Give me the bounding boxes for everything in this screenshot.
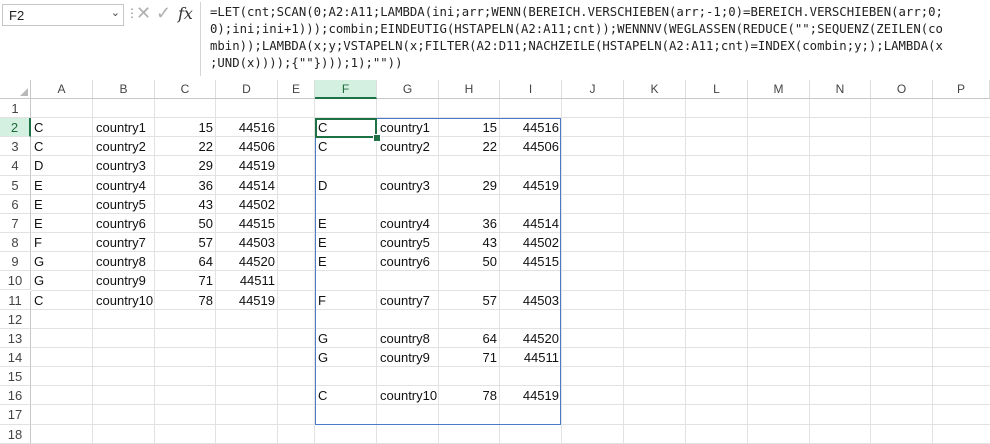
source-cell-value[interactable]: 29 [155,158,213,173]
source-cell-date[interactable]: 44503 [216,235,275,250]
source-cell-letter[interactable]: G [34,254,44,269]
row-header-3[interactable]: 3 [0,137,31,157]
source-cell-date[interactable]: 44514 [216,178,275,193]
source-cell-date[interactable]: 44520 [216,254,275,269]
fill-handle[interactable] [373,134,381,142]
column-header-f[interactable]: F [315,80,377,99]
formula-bar: F2 ⌄ ⋮ ✕ ✓ fx =LET(cnt;SCAN(0;A2:A11;LAM… [0,0,990,80]
insert-function-button[interactable]: fx [178,4,193,23]
select-all-button[interactable] [0,80,31,98]
row-header-14[interactable]: 14 [0,347,31,368]
source-cell-date[interactable]: 44502 [216,197,275,212]
formula-bar-divider [200,2,201,76]
source-cell-letter[interactable]: E [34,178,43,193]
column-header-b[interactable]: B [93,80,155,98]
source-cell-country[interactable]: country8 [96,254,146,269]
row-header-11[interactable]: 11 [0,290,31,310]
check-icon[interactable]: ✓ [156,3,171,24]
row-header-4[interactable]: 4 [0,156,31,176]
source-cell-letter[interactable]: E [34,197,43,212]
row-header-7[interactable]: 7 [0,213,31,234]
formula-line-2: 0);ini;ini+1)));combin;EINDEUTIG(HSTAPEL… [210,22,943,36]
spill-range-border [315,118,561,425]
formula-line-4: ;UND(x))));{""})));1);"")) [210,56,403,70]
source-cell-country[interactable]: country3 [96,158,146,173]
source-cell-letter[interactable]: G [34,273,44,288]
column-header-g[interactable]: G [377,80,439,98]
row-header-6[interactable]: 6 [0,194,31,214]
source-cell-value[interactable]: 43 [155,197,213,212]
source-cell-value[interactable]: 71 [155,273,213,288]
column-header-k[interactable]: K [624,80,686,98]
source-cell-date[interactable]: 44516 [216,120,275,135]
row-header-15[interactable]: 15 [0,367,31,387]
formula-line-3: mbin));LAMBDA(x;y;VSTAPELN(x;FILTER(A2:D… [210,39,943,53]
cancel-icon[interactable]: ✕ [136,3,151,24]
source-cell-letter[interactable]: F [34,235,42,250]
formula-input[interactable]: =LET(cnt;SCAN(0;A2:A11;LAMBDA(ini;arr;WE… [204,0,990,80]
source-cell-country[interactable]: country6 [96,216,146,231]
formula-line-1: =LET(cnt;SCAN(0;A2:A11;LAMBDA(ini;arr;WE… [210,5,943,19]
source-cell-letter[interactable]: D [34,158,43,173]
row-header-2[interactable]: 2 [0,118,31,138]
row-header-1[interactable]: 1 [0,99,31,119]
source-cell-letter[interactable]: C [34,139,43,154]
source-cell-letter[interactable]: C [34,293,43,308]
row-header-16[interactable]: 16 [0,386,31,406]
row-header-18[interactable]: 18 [0,424,31,444]
source-cell-letter[interactable]: E [34,216,43,231]
row-header-10[interactable]: 10 [0,271,31,291]
source-cell-country[interactable]: country9 [96,273,146,288]
source-cell-value[interactable]: 22 [155,139,213,154]
source-cell-country[interactable]: country1 [96,120,146,135]
source-cell-value[interactable]: 64 [155,254,213,269]
source-cell-value[interactable]: 57 [155,235,213,250]
name-box-value: F2 [9,8,25,23]
row-header-9[interactable]: 9 [0,252,31,272]
row-header-17[interactable]: 17 [0,405,31,425]
column-header-e[interactable]: E [278,80,315,98]
column-header-p[interactable]: P [933,80,990,98]
column-header-l[interactable]: L [686,80,748,98]
source-cell-date[interactable]: 44515 [216,216,275,231]
row-header-13[interactable]: 13 [0,328,31,348]
source-cell-letter[interactable]: C [34,120,43,135]
column-header-h[interactable]: H [439,80,500,98]
source-cell-country[interactable]: country10 [96,293,153,308]
select-all-icon [20,88,28,96]
source-cell-value[interactable]: 36 [155,178,213,193]
source-cell-country[interactable]: country7 [96,235,146,250]
source-cell-date[interactable]: 44519 [216,293,275,308]
source-cell-country[interactable]: country5 [96,197,146,212]
column-header-d[interactable]: D [216,80,278,98]
column-header-row: ABCDEFGHIJKLMNOP [0,80,990,99]
source-cell-country[interactable]: country2 [96,139,146,154]
column-header-c[interactable]: C [155,80,216,98]
source-cell-date[interactable]: 44519 [216,158,275,173]
name-box[interactable]: F2 ⌄ [2,4,124,26]
column-header-a[interactable]: A [31,80,93,98]
column-header-j[interactable]: J [562,80,624,98]
source-cell-value[interactable]: 15 [155,120,213,135]
source-cell-date[interactable]: 44506 [216,139,275,154]
row-header-12[interactable]: 12 [0,309,31,329]
column-header-m[interactable]: M [748,80,810,98]
source-cell-date[interactable]: 44511 [216,273,275,288]
source-cell-country[interactable]: country4 [96,178,146,193]
chevron-down-icon[interactable]: ⌄ [111,6,120,19]
column-header-n[interactable]: N [810,80,871,98]
column-header-o[interactable]: O [871,80,933,98]
source-cell-value[interactable]: 78 [155,293,213,308]
active-cell[interactable] [315,118,377,138]
column-header-i[interactable]: I [500,80,562,98]
source-cell-value[interactable]: 50 [155,216,213,231]
row-header-8[interactable]: 8 [0,233,31,253]
row-header-5[interactable]: 5 [0,175,31,195]
